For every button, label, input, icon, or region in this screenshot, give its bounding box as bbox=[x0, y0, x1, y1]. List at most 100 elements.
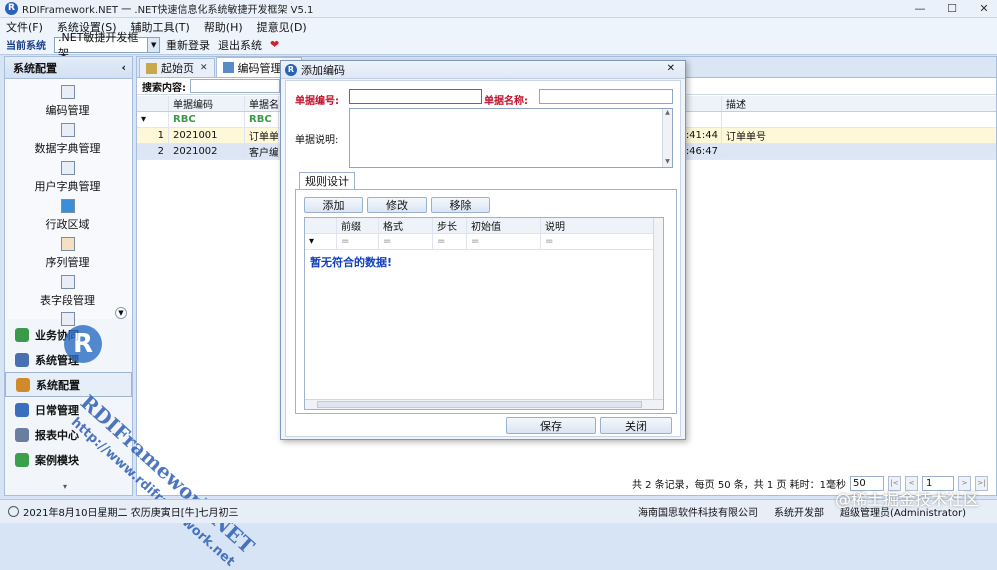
filter-code[interactable]: RBC bbox=[169, 112, 245, 127]
tab-start-page[interactable]: 起始页 ✕ bbox=[139, 58, 215, 77]
grid-header-name[interactable]: 单据名称 bbox=[245, 96, 279, 111]
menu-file[interactable]: 文件(F) bbox=[6, 19, 43, 35]
row-code: 2021001 bbox=[169, 128, 245, 143]
close-window-button[interactable]: ✕ bbox=[975, 1, 993, 16]
menu-feedback[interactable]: 提意见(D) bbox=[257, 19, 307, 35]
code-name-input[interactable] bbox=[539, 89, 673, 104]
rule-filter-note[interactable]: = bbox=[541, 234, 653, 249]
rule-filter-prefix[interactable]: = bbox=[337, 234, 379, 249]
relogin-link[interactable]: 重新登录 bbox=[166, 37, 210, 53]
grid-header-code[interactable]: 单据编码 bbox=[169, 96, 245, 111]
tab-rule-design[interactable]: 规则设计 bbox=[299, 172, 355, 190]
exit-system-link[interactable]: 退出系统 bbox=[218, 37, 262, 53]
dialog-close-icon[interactable]: ✕ bbox=[667, 63, 675, 74]
description-scrollbar[interactable]: ▲ ▼ bbox=[662, 109, 672, 167]
sequence-icon bbox=[60, 237, 75, 251]
module-data-dictionary[interactable]: 数据字典管理 bbox=[5, 123, 130, 156]
window-titlebar: R RDIFramework.NET 一 .NET快速信息化系统敏捷开发框架 V… bbox=[0, 0, 997, 18]
module-code-management[interactable]: 编码管理 bbox=[5, 85, 130, 118]
window-title: RDIFramework.NET 一 .NET快速信息化系统敏捷开发框架 V5.… bbox=[22, 5, 314, 16]
dialog-title: 添加编码 bbox=[301, 63, 345, 77]
close-tab-icon[interactable]: ✕ bbox=[200, 63, 208, 73]
heart-icon[interactable]: ❤ bbox=[270, 38, 279, 51]
maximize-button[interactable]: ☐ bbox=[943, 1, 961, 16]
module-table-fields[interactable]: 表字段管理 bbox=[5, 275, 130, 308]
system-select[interactable]: .NET敏捷开发框架 ▼ bbox=[54, 31, 160, 60]
chevron-down-icon: ▼ bbox=[147, 37, 159, 52]
module-label: 用户字典管理 bbox=[34, 180, 101, 193]
example-module-icon bbox=[15, 452, 29, 467]
close-dialog-button[interactable]: 关闭 bbox=[600, 417, 672, 434]
watermark-logo: R bbox=[64, 325, 102, 363]
filter-desc[interactable] bbox=[722, 112, 996, 127]
rule-filter-format[interactable]: = bbox=[379, 234, 433, 249]
remove-rule-button[interactable]: 移除 bbox=[431, 197, 490, 213]
nav-label: 日常管理 bbox=[35, 403, 79, 417]
pager-summary: 共 2 条记录，每页 50 条，共 1 页 耗时：1毫秒 bbox=[631, 480, 846, 491]
status-company: 海南国思软件科技有限公司 bbox=[638, 508, 758, 519]
scroll-up-icon[interactable]: ▲ bbox=[663, 109, 672, 118]
edit-rule-button[interactable]: 修改 bbox=[367, 197, 427, 213]
system-bar: 当前系统 .NET敏捷开发框架 ▼ 重新登录 退出系统 ❤ bbox=[0, 31, 997, 60]
rule-header-prefix[interactable]: 前缀 bbox=[337, 218, 379, 233]
rule-grid: 前缀 格式 步长 初始值 说明 ▾ = = = = = 暂无符合的数据! bbox=[304, 217, 664, 410]
user-dictionary-icon bbox=[60, 161, 75, 175]
rule-filter-row: ▾ = = = = = bbox=[305, 234, 663, 250]
filter-icon[interactable]: ▾ bbox=[305, 234, 337, 249]
description-label: 单据说明: bbox=[295, 135, 339, 146]
rule-header-initial[interactable]: 初始值 bbox=[467, 218, 541, 233]
calendar-icon bbox=[15, 402, 29, 417]
status-date: 2021年8月10日星期二 农历庚寅日[牛]七月初三 bbox=[23, 508, 239, 519]
data-dictionary-icon bbox=[60, 123, 75, 137]
expand-nav-icon[interactable]: ▾ bbox=[63, 482, 67, 491]
save-button[interactable]: 保存 bbox=[506, 417, 596, 434]
tab-label: 编码管理 bbox=[237, 61, 282, 75]
module-region[interactable]: 行政区域 bbox=[5, 199, 130, 232]
add-rule-button[interactable]: 添加 bbox=[304, 197, 363, 213]
left-panel-header: 系统配置 ‹ bbox=[5, 57, 132, 79]
rule-header-format[interactable]: 格式 bbox=[379, 218, 433, 233]
module-sequence[interactable]: 序列管理 bbox=[5, 237, 130, 270]
system-management-icon bbox=[15, 352, 29, 367]
search-label: 搜索内容: bbox=[142, 82, 186, 94]
code-name-label: 单据名称: bbox=[484, 96, 528, 107]
scroll-down-icon[interactable]: ▼ bbox=[115, 307, 127, 319]
clock-icon bbox=[8, 506, 19, 517]
rule-header-step[interactable]: 步长 bbox=[433, 218, 467, 233]
rule-header-note[interactable]: 说明 bbox=[541, 218, 653, 233]
menu-bar: 文件(F) 系统设置(S) 辅助工具(T) 帮助(H) 提意见(D) bbox=[0, 18, 997, 35]
rule-grid-hscroll[interactable] bbox=[305, 399, 663, 409]
rule-filter-initial[interactable]: = bbox=[467, 234, 541, 249]
code-management-icon bbox=[60, 85, 75, 99]
filter-name[interactable]: RBC bbox=[245, 112, 279, 127]
module-user-dictionary[interactable]: 用户字典管理 bbox=[5, 161, 130, 194]
add-code-dialog: R 添加编码 ✕ 单据编号: 单据名称: 单据说明: ▲ ▼ 规则设计 添加 修… bbox=[280, 60, 686, 440]
scroll-down-icon[interactable]: ▼ bbox=[663, 158, 672, 167]
rule-header-indicator bbox=[305, 218, 337, 233]
dialog-titlebar: R 添加编码 ✕ bbox=[281, 61, 685, 79]
rule-grid-vscroll[interactable] bbox=[653, 218, 663, 401]
empty-data-message: 暂无符合的数据! bbox=[310, 256, 393, 269]
nav-system-config[interactable]: 系统配置 bbox=[5, 372, 132, 397]
code-number-input[interactable] bbox=[349, 89, 482, 104]
row-code: 2021002 bbox=[169, 144, 245, 159]
rule-design-panel: 添加 修改 移除 前缀 格式 步长 初始值 说明 ▾ = = = = = 暂无符… bbox=[295, 189, 677, 414]
description-textarea[interactable]: ▲ ▼ bbox=[349, 108, 673, 168]
business-collaboration-icon bbox=[15, 327, 29, 342]
search-input[interactable] bbox=[190, 79, 280, 93]
module-label: 行政区域 bbox=[45, 218, 90, 231]
row-name: 客户编码 bbox=[245, 144, 279, 159]
minimize-button[interactable]: — bbox=[911, 1, 929, 16]
filter-icon[interactable]: ▾ bbox=[137, 112, 169, 127]
module-label: 表字段管理 bbox=[40, 294, 95, 307]
table-fields-icon bbox=[60, 275, 75, 289]
grid-header-desc[interactable]: 描述 bbox=[722, 96, 996, 111]
hscroll-thumb[interactable] bbox=[317, 401, 642, 408]
dialog-body: 单据编号: 单据名称: 单据说明: ▲ ▼ 规则设计 添加 修改 移除 前缀 格… bbox=[285, 80, 681, 437]
row-desc bbox=[722, 144, 996, 159]
app-logo-icon: R bbox=[5, 2, 18, 15]
collapse-icon[interactable]: ‹ bbox=[121, 61, 126, 74]
rule-filter-step[interactable]: = bbox=[433, 234, 467, 249]
menu-help[interactable]: 帮助(H) bbox=[204, 19, 243, 35]
module-icon-list: 编码管理 数据字典管理 用户字典管理 行政区域 序列管理 表字段管理 bbox=[5, 79, 132, 326]
